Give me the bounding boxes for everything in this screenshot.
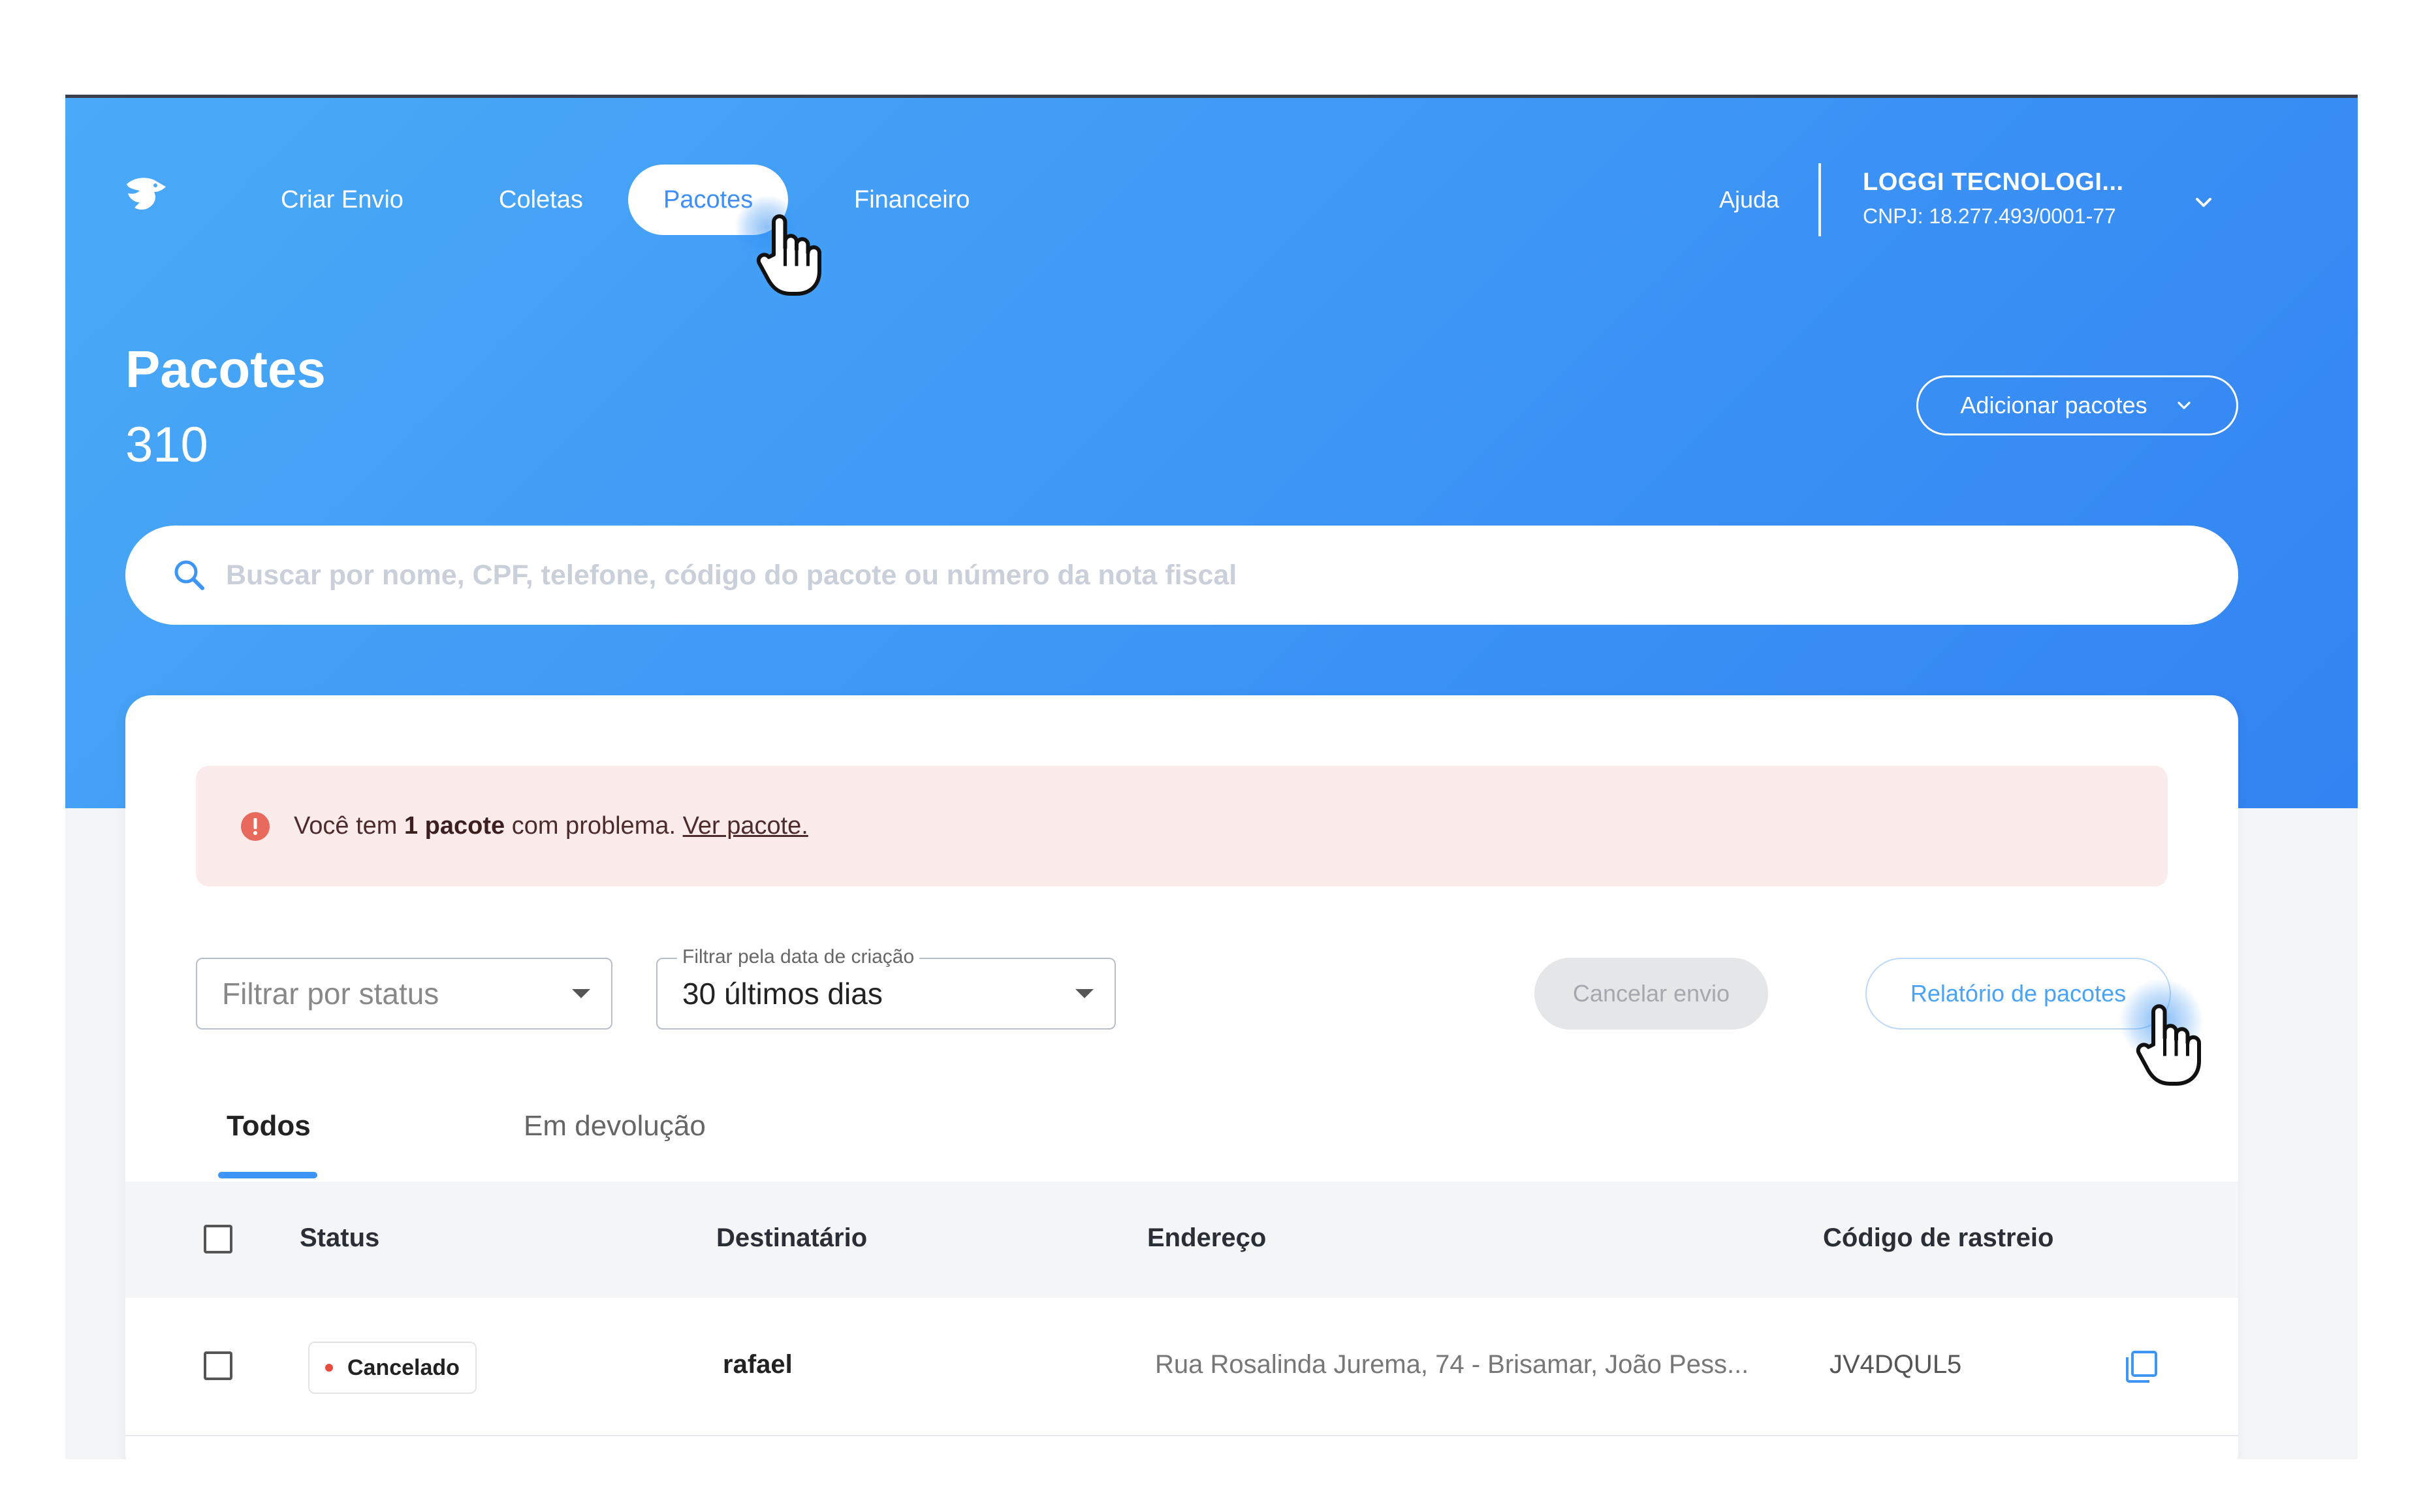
column-codigo-rastreio: Código de rastreio [1823, 1223, 2054, 1252]
chevron-down-icon [2177, 402, 2191, 409]
tab-todos[interactable]: Todos [227, 1110, 311, 1142]
row-checkbox[interactable] [204, 1351, 232, 1380]
problem-alert: Você tem 1 pacote com problema. Ver paco… [196, 766, 2168, 887]
search-input[interactable]: Buscar por nome, CPF, telefone, código d… [125, 526, 2238, 625]
cancel-shipment-button[interactable]: Cancelar envio [1534, 958, 1768, 1030]
page-title: Pacotes [125, 340, 326, 398]
company-selector[interactable]: LOGGI TECNOLOGI... CNPJ: 18.277.493/0001… [1863, 168, 2124, 228]
column-endereco: Endereço [1147, 1223, 1267, 1252]
nav-divider [1818, 163, 1821, 236]
alert-icon [241, 811, 270, 841]
hand-cursor-icon [756, 214, 821, 296]
company-name: LOGGI TECNOLOGI... [1863, 168, 2124, 196]
status-dot [325, 1364, 333, 1372]
date-filter-value: 30 últimos dias [682, 977, 883, 1011]
app-frame: Criar Envio Coletas Pacotes Financeiro A… [65, 95, 2358, 1459]
add-packages-button[interactable]: Adicionar pacotes [1916, 375, 2238, 435]
column-destinatario: Destinatário [716, 1223, 868, 1252]
add-packages-label: Adicionar pacotes [1960, 392, 2147, 418]
company-cnpj: CNPJ: 18.277.493/0001-77 [1863, 204, 2116, 228]
nav-financeiro[interactable]: Financeiro [819, 165, 1005, 235]
help-link[interactable]: Ajuda [1719, 165, 1779, 235]
table-header: Status Destinatário Endereço Código de r… [125, 1182, 2238, 1298]
nav-criar-envio[interactable]: Criar Envio [245, 165, 439, 235]
date-filter-select[interactable]: Filtrar pela data de criação 30 últimos … [656, 946, 1116, 1030]
recipient-cell: rafael [723, 1350, 793, 1379]
column-status: Status [300, 1223, 380, 1252]
address-cell: Rua Rosalinda Jurema, 74 - Brisamar, Joã… [1155, 1350, 1749, 1379]
chevron-down-icon[interactable] [2191, 189, 2217, 215]
nav-coletas[interactable]: Coletas [464, 165, 618, 235]
dropdown-caret-icon [1075, 989, 1094, 998]
status-label: Cancelado [347, 1355, 460, 1380]
package-count: 310 [125, 417, 208, 473]
status-filter-placeholder: Filtrar por status [222, 977, 439, 1011]
dropdown-caret-icon [572, 989, 590, 998]
search-placeholder: Buscar por nome, CPF, telefone, código d… [226, 559, 1237, 591]
select-all-checkbox[interactable] [204, 1225, 232, 1253]
status-filter-select[interactable]: Filtrar por status [196, 958, 612, 1030]
alert-message: Você tem 1 pacote com problema. Ver paco… [294, 812, 808, 840]
date-filter-label: Filtrar pela data de criação [677, 946, 920, 968]
packages-card: Você tem 1 pacote com problema. Ver paco… [125, 695, 2238, 1459]
hand-cursor-icon [2136, 1004, 2201, 1086]
loggi-logo-icon[interactable] [123, 170, 168, 215]
active-tab-indicator [218, 1172, 317, 1178]
view-package-link[interactable]: Ver pacote. [683, 812, 808, 840]
tracking-code-cell: JV4DQUL5 [1829, 1350, 1962, 1379]
search-icon [174, 560, 204, 590]
status-badge: Cancelado [308, 1342, 477, 1394]
tab-em-devolucao[interactable]: Em devolução [524, 1110, 706, 1142]
copy-icon[interactable] [2123, 1348, 2160, 1385]
table-row[interactable]: Cancelado rafael Rua Rosalinda Jurema, 7… [125, 1298, 2238, 1436]
